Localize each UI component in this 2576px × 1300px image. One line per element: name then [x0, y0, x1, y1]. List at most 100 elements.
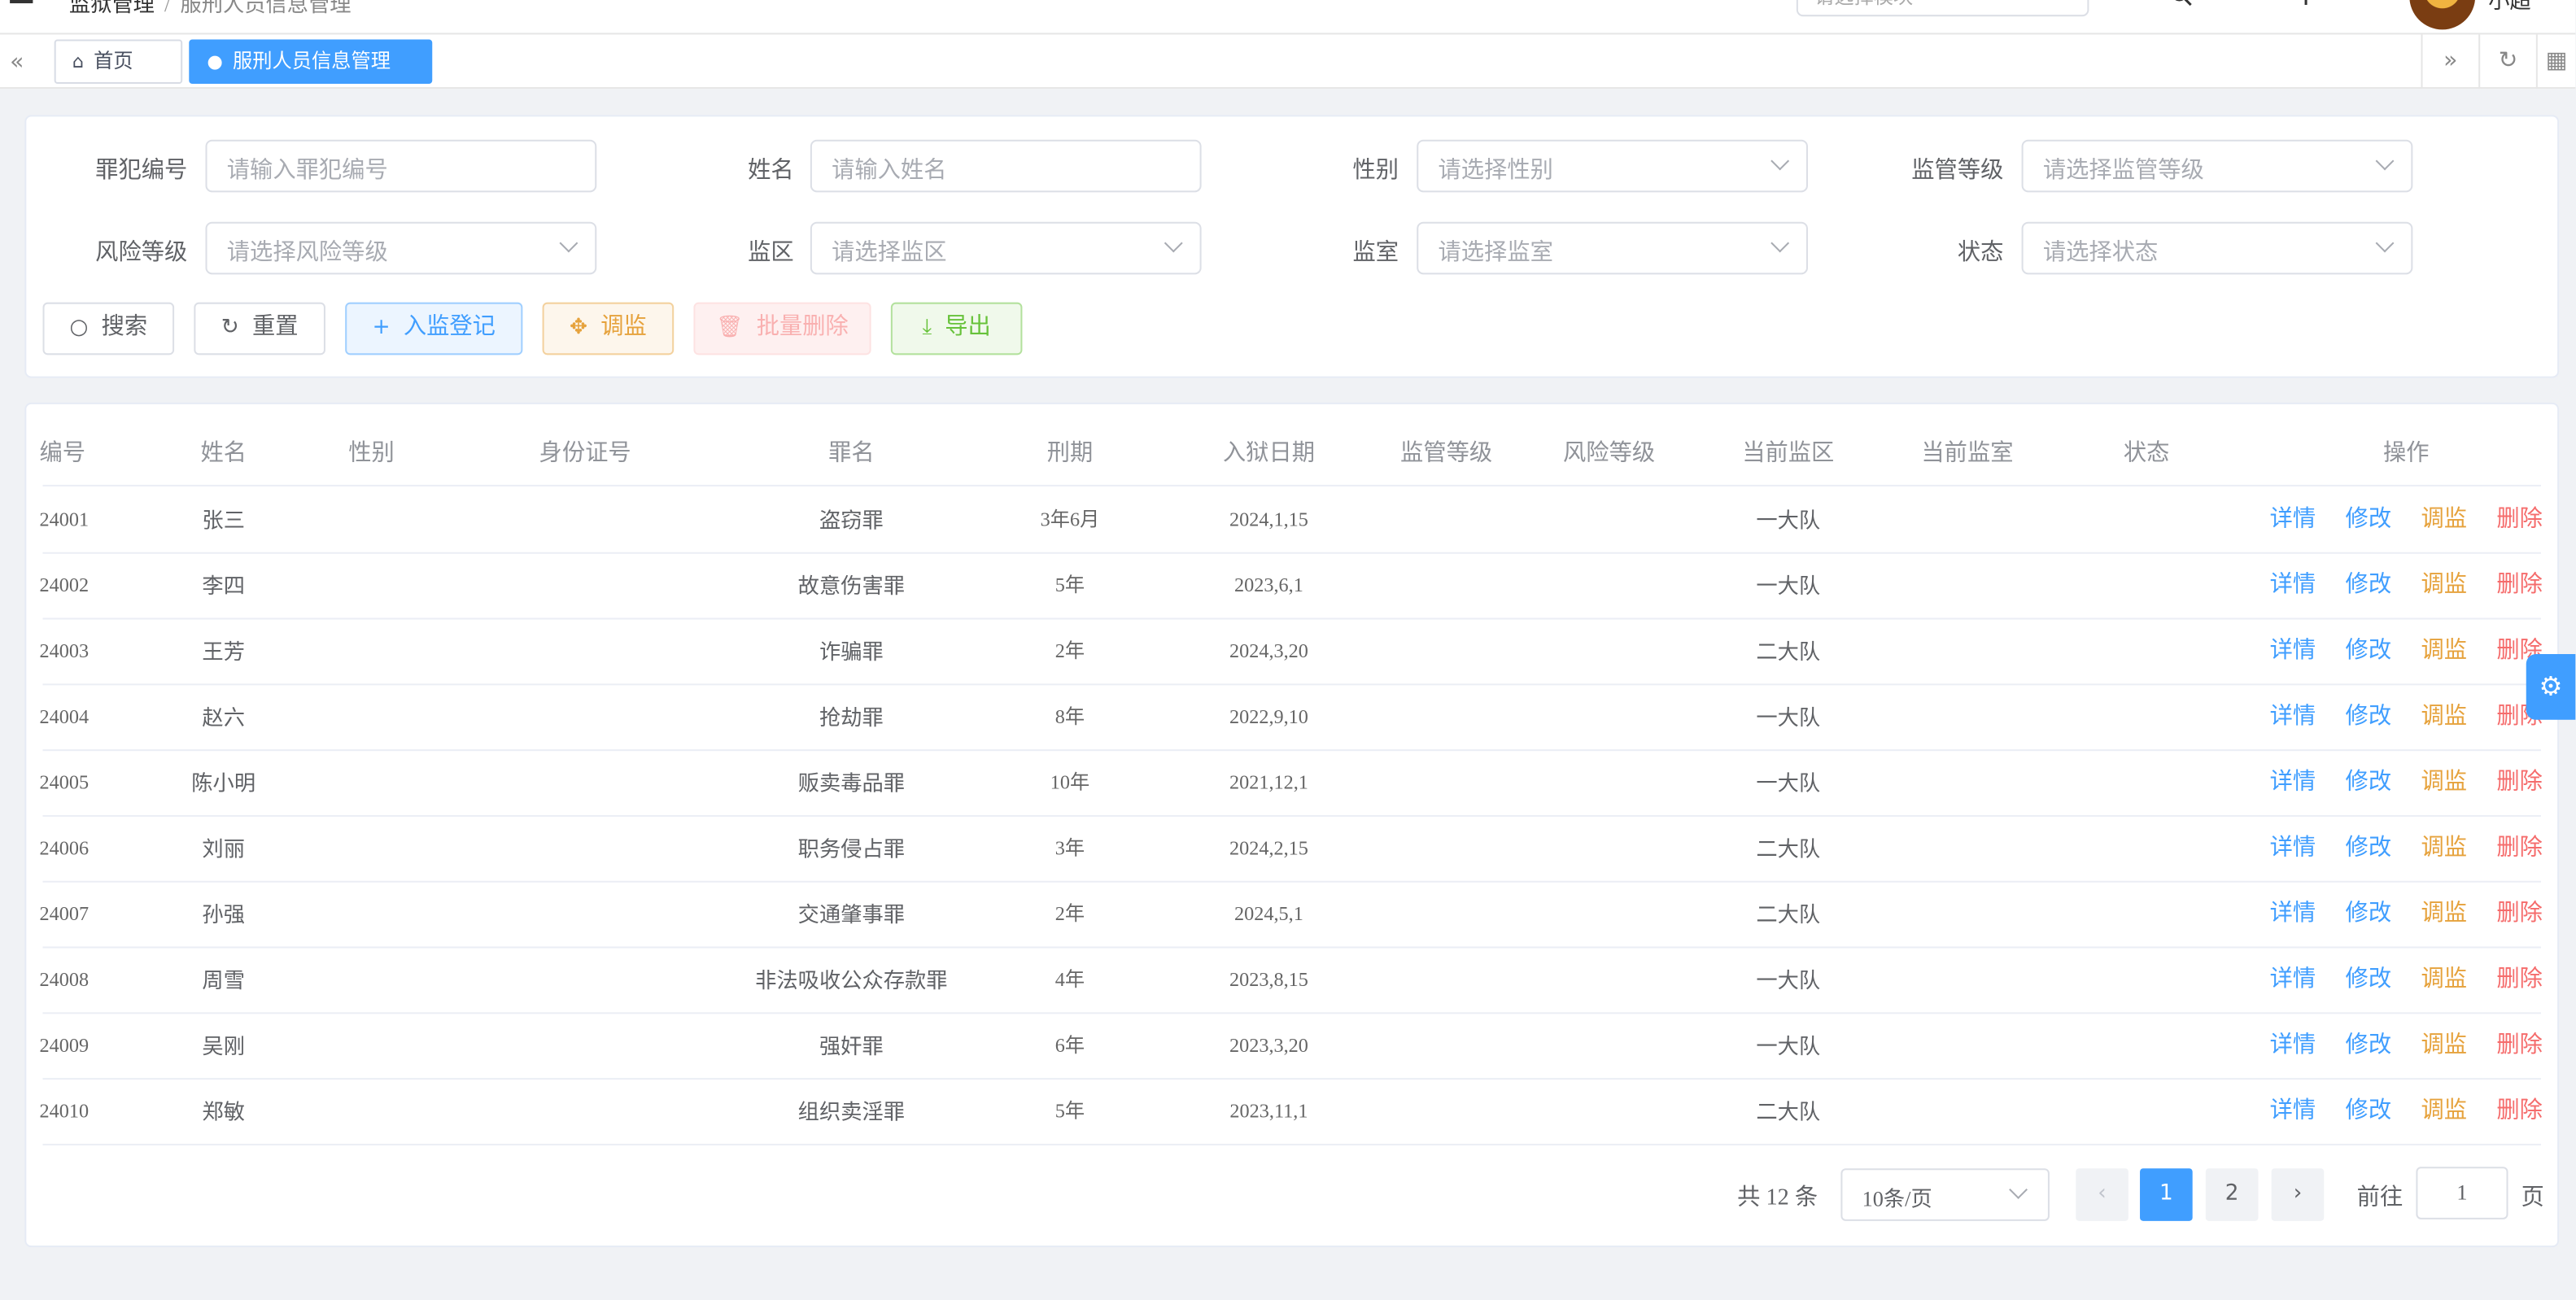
grid-menu-icon[interactable]: ▦ — [2535, 34, 2575, 89]
delete-link[interactable]: 删除 — [2496, 751, 2543, 817]
name-input[interactable]: 请输入姓名 — [810, 139, 1202, 193]
batch-delete-button-label: 批量删除 — [756, 315, 849, 341]
delete-link[interactable]: 删除 — [2496, 1080, 2543, 1145]
page-size-select[interactable]: 10条/页 — [1840, 1168, 2050, 1221]
register-button[interactable]: + 入监登记 — [345, 302, 523, 356]
table-row[interactable]: 24005 陈小明 贩卖毒品罪 10年 2021,12,1 一大队 详情 修改 调监 删除 — [39, 751, 2543, 817]
edit-link[interactable]: 修改 — [2346, 751, 2392, 817]
size-icon[interactable] — [2294, 0, 2317, 7]
cell-date: 2023,3,20 — [1229, 1033, 1308, 1057]
chevron-down-icon — [2375, 233, 2395, 253]
label-prisoner-no: 罪犯编号 — [95, 159, 188, 185]
delete-link[interactable]: 删除 — [2496, 554, 2543, 620]
delete-link[interactable]: 删除 — [2496, 1014, 2543, 1080]
refresh-icon[interactable]: ↻ — [2478, 34, 2536, 89]
detail-link[interactable]: 详情 — [2270, 949, 2316, 1014]
transfer-link[interactable]: 调监 — [2421, 949, 2467, 1014]
detail-link[interactable]: 详情 — [2270, 685, 2316, 751]
breadcrumb-item[interactable]: 监狱管理 — [69, 0, 155, 16]
table-row[interactable]: 24010 郑敏 组织卖淫罪 5年 2023,11,1 二大队 详情 修改 调监 删除 — [39, 1080, 2543, 1145]
avatar[interactable] — [2409, 0, 2476, 30]
search-icon[interactable] — [2169, 0, 2192, 7]
detail-link[interactable]: 详情 — [2270, 817, 2316, 883]
page-unit-label: 页 — [2521, 1186, 2544, 1211]
edit-link[interactable]: 修改 — [2346, 620, 2392, 686]
area-placeholder: 请选择监区 — [832, 241, 947, 267]
goto-page-input[interactable]: 1 — [2416, 1167, 2508, 1219]
risk-level-select[interactable]: 请选择风险等级 — [205, 221, 597, 275]
notification-icon[interactable] — [2351, 0, 2373, 7]
transfer-link[interactable]: 调监 — [2421, 751, 2467, 817]
edit-link[interactable]: 修改 — [2346, 554, 2392, 620]
area-select[interactable]: 请选择监区 — [810, 221, 1202, 275]
supervision-level-select[interactable]: 请选择监管等级 — [2021, 139, 2413, 193]
next-page-button[interactable]: › — [2271, 1168, 2325, 1221]
status-select[interactable]: 请选择状态 — [2021, 221, 2413, 275]
edit-link[interactable]: 修改 — [2346, 883, 2392, 949]
edit-link[interactable]: 修改 — [2346, 685, 2392, 751]
detail-link[interactable]: 详情 — [2270, 883, 2316, 949]
edit-link[interactable]: 修改 — [2346, 949, 2392, 1014]
col-date: 入狱日期 — [1222, 442, 1315, 467]
transfer-link[interactable]: 调监 — [2421, 817, 2467, 883]
detail-link[interactable]: 详情 — [2270, 488, 2316, 554]
edit-link[interactable]: 修改 — [2346, 1014, 2392, 1080]
table-row[interactable]: 24007 孙强 交通肇事罪 2年 2024,5,1 二大队 详情 修改 调监 删除 — [39, 883, 2543, 949]
table-row[interactable]: 24001 张三 盗窃罪 3年6月 2024,1,15 一大队 详情 修改 调监 删除 — [39, 488, 2543, 554]
cell-name: 陈小明 — [191, 770, 256, 796]
transfer-button[interactable]: ✥ 调监 — [542, 302, 675, 356]
detail-link[interactable]: 详情 — [2270, 554, 2316, 620]
tag-prisoner-info[interactable]: ● 服刑人员信息管理 — [189, 39, 433, 85]
delete-link[interactable]: 删除 — [2496, 949, 2543, 1014]
transfer-link[interactable]: 调监 — [2421, 1080, 2467, 1145]
cell-area: 一大队 — [1756, 508, 1821, 533]
detail-link[interactable]: 详情 — [2270, 1080, 2316, 1145]
gender-select[interactable]: 请选择性别 — [1417, 139, 1808, 193]
prisoner-no-input[interactable]: 请输入罪犯编号 — [205, 139, 597, 193]
cell-crime: 职务侵占罪 — [797, 836, 906, 862]
cell-id: 24001 — [39, 508, 90, 531]
page-1-button[interactable]: 1 — [2140, 1168, 2193, 1221]
edit-link[interactable]: 修改 — [2346, 488, 2392, 554]
settings-gear-icon[interactable]: ⚙ — [2526, 653, 2576, 720]
table-row[interactable]: 24009 吴刚 强奸罪 6年 2023,3,20 一大队 详情 修改 调监 删除 — [39, 1014, 2543, 1080]
table-row[interactable]: 24002 李四 故意伤害罪 5年 2023,6,1 一大队 详情 修改 调监 删除 — [39, 554, 2543, 620]
col-gender: 性别 — [348, 442, 395, 467]
table-row[interactable]: 24004 赵六 抢劫罪 8年 2022,9,10 一大队 详情 修改 调监 删除 — [39, 685, 2543, 752]
chevron-down-icon — [2375, 151, 2395, 171]
table-row[interactable]: 24006 刘丽 职务侵占罪 3年 2024,2,15 二大队 详情 修改 调监 删除 — [39, 817, 2543, 883]
export-button[interactable]: ⤓ 导出 — [890, 302, 1023, 356]
tag-home[interactable]: ⌂ 首页 — [54, 39, 183, 85]
table-row[interactable]: 24003 王芳 诈骗罪 2年 2024,3,20 二大队 详情 修改 调监 删除 — [39, 620, 2543, 686]
transfer-link[interactable]: 调监 — [2421, 1014, 2467, 1080]
scroll-left-icon[interactable]: « — [10, 50, 24, 76]
delete-link[interactable]: 删除 — [2496, 488, 2543, 554]
cell-select[interactable]: 请选择监室 — [1417, 221, 1808, 275]
table-row[interactable]: 24008 周雪 非法吸收公众存款罪 4年 2023,8,15 一大队 详情 修改 调监 删除 — [39, 949, 2543, 1014]
scroll-right-icon[interactable]: » — [2421, 34, 2478, 89]
fullscreen-icon[interactable] — [2229, 0, 2251, 7]
transfer-link[interactable]: 调监 — [2421, 554, 2467, 620]
transfer-link[interactable]: 调监 — [2421, 883, 2467, 949]
cell-crime: 强奸罪 — [819, 1033, 884, 1058]
hamburger-icon[interactable] — [10, 0, 33, 4]
batch-delete-button[interactable]: 🗑 批量删除 — [693, 302, 871, 356]
detail-link[interactable]: 详情 — [2270, 620, 2316, 686]
module-search-input[interactable]: 请选择模块 — [1796, 0, 2089, 17]
search-button[interactable]: ○ 搜索 — [42, 302, 175, 356]
reset-button[interactable]: ↻ 重置 — [194, 302, 325, 356]
username[interactable]: 小超 — [2488, 0, 2531, 15]
delete-link[interactable]: 删除 — [2496, 817, 2543, 883]
prev-page-button[interactable]: ‹ — [2076, 1168, 2128, 1221]
edit-link[interactable]: 修改 — [2346, 817, 2392, 883]
detail-link[interactable]: 详情 — [2270, 751, 2316, 817]
transfer-link[interactable]: 调监 — [2421, 620, 2467, 686]
gender-placeholder: 请选择性别 — [1438, 159, 1553, 185]
delete-link[interactable]: 删除 — [2496, 883, 2543, 949]
transfer-link[interactable]: 调监 — [2421, 488, 2467, 554]
source-icon[interactable] — [2109, 0, 2132, 7]
transfer-link[interactable]: 调监 — [2421, 685, 2467, 751]
detail-link[interactable]: 详情 — [2270, 1014, 2316, 1080]
page-2-button[interactable]: 2 — [2205, 1168, 2259, 1221]
edit-link[interactable]: 修改 — [2346, 1080, 2392, 1145]
